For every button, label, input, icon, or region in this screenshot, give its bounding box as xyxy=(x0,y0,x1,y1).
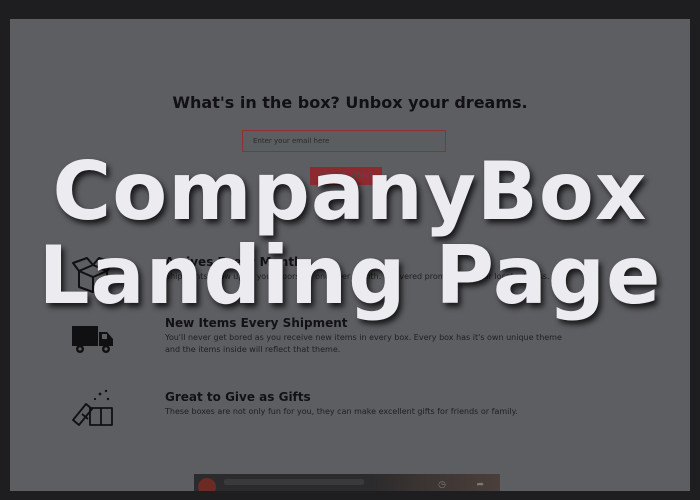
overlay-title-line: Landing Page xyxy=(38,229,662,322)
gift-icon xyxy=(70,388,116,426)
feature-title: Great to Give as Gifts xyxy=(165,390,311,404)
video-title-bar xyxy=(224,479,364,485)
overlay-title: CompanyBox Landing Page xyxy=(0,150,700,318)
feature-description: You'll never get bored as you receive ne… xyxy=(165,333,562,354)
embedded-video[interactable]: ◷ ➦ xyxy=(194,474,500,491)
overlay-title-line: CompanyBox xyxy=(52,145,648,238)
delivery-truck-icon xyxy=(70,320,116,358)
share-icon[interactable]: ➦ xyxy=(476,480,484,490)
page-headline: What's in the box? Unbox your dreams. xyxy=(172,93,528,112)
channel-avatar xyxy=(198,478,216,491)
watch-later-icon[interactable]: ◷ xyxy=(438,480,446,490)
feature-description: These boxes are not only fun for you, th… xyxy=(165,407,518,416)
